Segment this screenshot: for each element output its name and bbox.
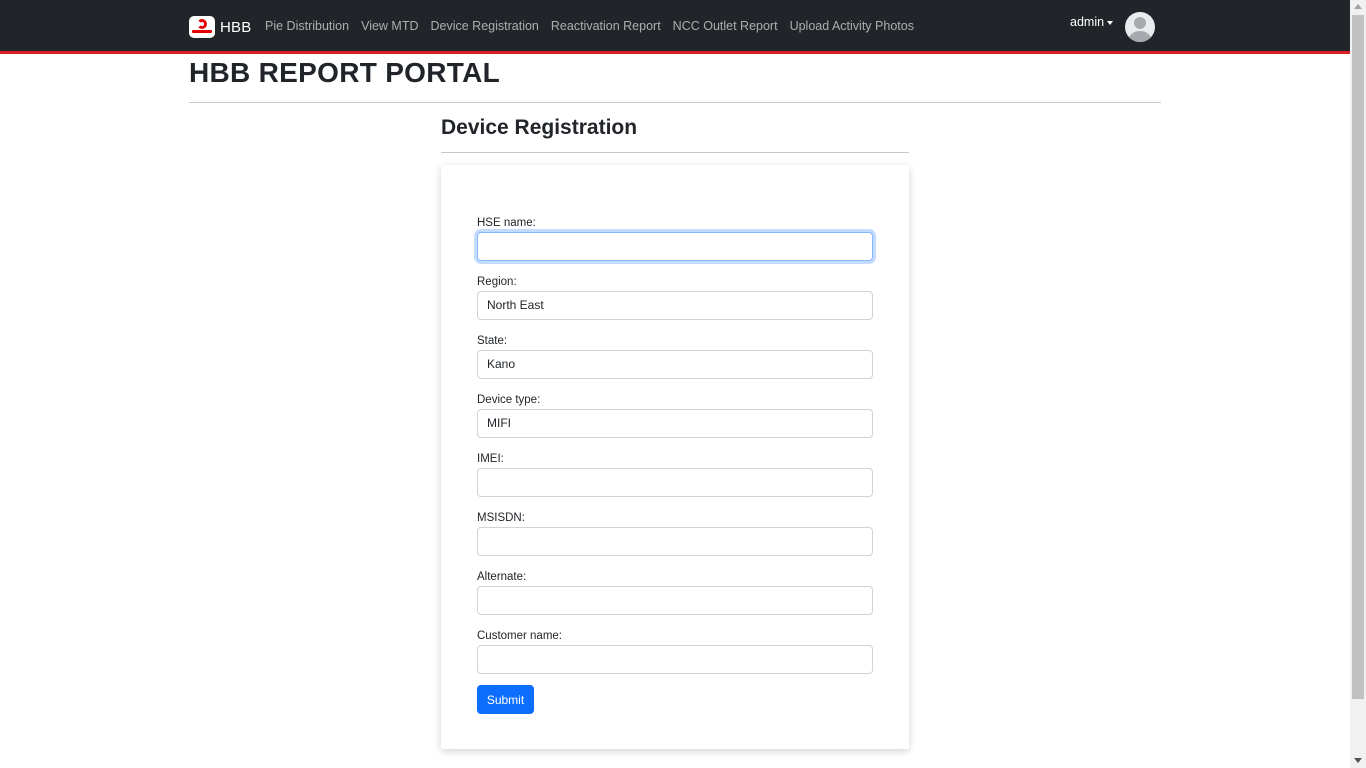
airtel-logo-icon xyxy=(189,16,215,38)
customer-name-field: Customer name: xyxy=(477,628,873,674)
alternate-field: Alternate: xyxy=(477,569,873,615)
region-input[interactable]: North East xyxy=(477,291,873,320)
brand-text: HBB xyxy=(220,18,252,36)
msisdn-input[interactable] xyxy=(477,527,873,556)
user-avatar-icon[interactable] xyxy=(1125,12,1156,42)
alternate-input[interactable] xyxy=(477,586,873,615)
caret-down-icon[interactable] xyxy=(1107,21,1114,25)
device-registration-card: HSE name: Region: North East State: Kano… xyxy=(441,165,909,749)
section-divider xyxy=(441,152,909,153)
top-navbar: HBB Pie Distribution View MTD Device Reg… xyxy=(0,0,1350,54)
nav-link-pie-distribution[interactable]: Pie Distribution xyxy=(265,19,349,33)
submit-button[interactable]: Submit xyxy=(477,685,534,714)
nav-link-upload-activity-photos[interactable]: Upload Activity Photos xyxy=(790,19,914,33)
imei-input[interactable] xyxy=(477,468,873,497)
nav-link-view-mtd[interactable]: View MTD xyxy=(361,19,418,33)
customer-name-label: Customer name: xyxy=(477,630,563,642)
imei-label: IMEI: xyxy=(477,453,504,465)
divider xyxy=(189,102,1161,103)
device-type-field: Device type: MIFI xyxy=(477,392,873,438)
device-type-input[interactable]: MIFI xyxy=(477,409,873,438)
msisdn-label: MSISDN: xyxy=(477,512,525,524)
customer-name-input[interactable] xyxy=(477,645,873,674)
scroll-down-arrow-icon[interactable] xyxy=(1354,758,1362,763)
nav-links: Pie Distribution View MTD Device Registr… xyxy=(265,19,914,33)
scrollbar-thumb[interactable] xyxy=(1352,15,1364,699)
state-input[interactable]: Kano xyxy=(477,350,873,379)
msisdn-field: MSISDN: xyxy=(477,510,873,556)
nav-link-device-registration[interactable]: Device Registration xyxy=(431,19,539,33)
region-field: Region: North East xyxy=(477,274,873,320)
vertical-scrollbar[interactable] xyxy=(1350,0,1366,768)
device-type-label: Device type: xyxy=(477,394,541,406)
state-field: State: Kano xyxy=(477,333,873,379)
user-dropdown[interactable]: admin xyxy=(1070,12,1156,42)
region-label: Region: xyxy=(477,276,517,288)
alternate-label: Alternate: xyxy=(477,571,527,583)
imei-field: IMEI: xyxy=(477,451,873,497)
user-name[interactable]: admin xyxy=(1070,15,1104,29)
page-title: HBB REPORT PORTAL xyxy=(189,57,501,88)
hse-name-label: HSE name: xyxy=(477,217,536,229)
state-label: State: xyxy=(477,335,508,347)
brand-link[interactable]: HBB xyxy=(189,15,251,39)
hse-name-field: HSE name: xyxy=(477,215,873,261)
nav-link-reactivation-report[interactable]: Reactivation Report xyxy=(551,19,661,33)
hse-name-input[interactable] xyxy=(477,232,873,261)
scroll-up-arrow-icon[interactable] xyxy=(1354,4,1362,9)
nav-link-ncc-outlet-report[interactable]: NCC Outlet Report xyxy=(673,19,778,33)
section-title: Device Registration xyxy=(441,116,638,139)
